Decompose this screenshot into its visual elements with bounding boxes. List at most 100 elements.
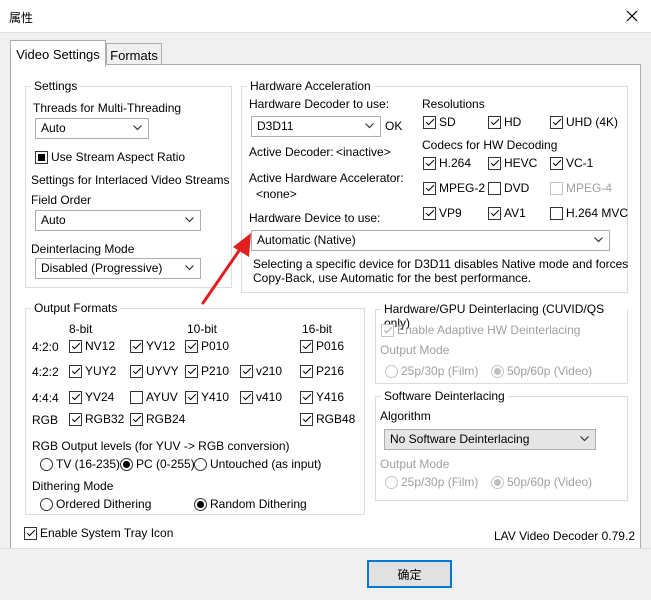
ok-button[interactable]: 确定 — [367, 560, 452, 588]
radio-label: 50p/60p (Video) — [507, 364, 593, 378]
radio-dot — [491, 475, 504, 489]
ok-button-label: 确定 — [397, 567, 422, 582]
sw-deint-group: Software Deinterlacing Algorithm No Soft… — [375, 389, 628, 501]
checkbox-box — [185, 339, 198, 353]
fmt-label: v210 — [256, 364, 283, 378]
res-sd-checkbox[interactable]: SD — [423, 115, 456, 129]
checkbox-box — [35, 150, 48, 164]
codec-vc1-label: VC-1 — [566, 156, 594, 170]
sw-mode-film-radio[interactable]: 25p/30p (Film) — [385, 475, 478, 489]
tab-panel-video-settings: Settings Threads for Multi-Threading Aut… — [10, 64, 641, 551]
deint-mode-select[interactable]: Disabled (Progressive) — [35, 258, 201, 279]
dither-ordered-radio[interactable]: Ordered Dithering — [40, 497, 151, 511]
fmt-v210-checkbox[interactable]: v210 — [240, 364, 282, 378]
hw-mode-video-radio[interactable]: 50p/60p (Video) — [491, 364, 592, 378]
level-pc-radio[interactable]: PC (0-255) — [120, 457, 195, 471]
fmt-p216-checkbox[interactable]: P216 — [300, 364, 344, 378]
fmt-label: RGB24 — [146, 412, 186, 426]
codec-dvd-checkbox[interactable]: DVD — [488, 181, 529, 195]
fmt-y410-checkbox[interactable]: Y410 — [185, 390, 229, 404]
radio-dot — [40, 497, 53, 511]
radio-label: Ordered Dithering — [56, 497, 152, 511]
res-uhd-checkbox[interactable]: UHD (4K) — [550, 115, 618, 129]
hw-deint-group: Hardware/GPU Deinterlacing (CUVID/QS onl… — [375, 302, 628, 384]
algorithm-select[interactable]: No Software Deinterlacing — [384, 429, 596, 450]
chevron-down-icon — [133, 125, 142, 131]
fmt-y416-checkbox[interactable]: Y416 — [300, 390, 344, 404]
device-select[interactable]: Automatic (Native) — [251, 230, 610, 251]
codec-vc1-checkbox[interactable]: VC-1 — [550, 156, 593, 170]
codec-vp9-checkbox[interactable]: VP9 — [423, 206, 462, 220]
fmt-ayuv-checkbox[interactable]: AYUV — [130, 390, 178, 404]
stream-aspect-checkbox[interactable]: Use Stream Aspect Ratio — [35, 150, 185, 164]
fmt-p010-checkbox[interactable]: P010 — [185, 339, 229, 353]
codec-hevc-checkbox[interactable]: HEVC — [488, 156, 537, 170]
hw-mode-film-radio[interactable]: 25p/30p (Film) — [385, 364, 478, 378]
fmt-uyvy-checkbox[interactable]: UYVY — [130, 364, 179, 378]
deint-mode-select-value: Disabled (Progressive) — [41, 261, 163, 275]
radio-label: 50p/60p (Video) — [507, 475, 593, 489]
dither-random-radio[interactable]: Random Dithering — [194, 497, 307, 511]
codec-mpeg4-checkbox[interactable]: MPEG-4 — [550, 181, 612, 195]
fmt-rgb32-checkbox[interactable]: RGB32 — [69, 412, 124, 426]
codec-av1-checkbox[interactable]: AV1 — [488, 206, 526, 220]
decoder-status: OK — [385, 119, 403, 133]
window-title: 属性 — [9, 11, 34, 25]
decoder-select[interactable]: D3D11 — [251, 116, 381, 137]
version-label: LAV Video Decoder 0.79.2 — [494, 529, 635, 543]
level-untouched-radio[interactable]: Untouched (as input) — [194, 457, 321, 471]
close-button[interactable] — [619, 4, 645, 28]
algorithm-label: Algorithm — [380, 409, 431, 423]
fmt-v410-checkbox[interactable]: v410 — [240, 390, 282, 404]
device-note-line1: Selecting a specific device for D3D11 di… — [253, 257, 629, 271]
radio-dot — [194, 457, 207, 471]
checkbox-box — [130, 364, 143, 378]
checkbox-box — [130, 390, 143, 404]
fmt-label: YUY2 — [85, 364, 117, 378]
title-bar: 属性 — [0, 0, 651, 32]
checkbox-box — [550, 181, 563, 195]
checkbox-box — [488, 206, 501, 220]
codec-h264mvc-checkbox[interactable]: H.264 MVC — [550, 206, 628, 220]
fmt-yuy2-checkbox[interactable]: YUY2 — [69, 364, 116, 378]
fmt-rgb48-checkbox[interactable]: RGB48 — [300, 412, 355, 426]
active-decoder-value: <inactive> — [336, 145, 391, 159]
codec-vp9-label: VP9 — [439, 206, 462, 220]
res-hd-checkbox[interactable]: HD — [488, 115, 521, 129]
radio-label: 25p/30p (Film) — [401, 475, 479, 489]
checkbox-box — [550, 156, 563, 170]
hwaccel-group-title: Hardware Acceleration — [247, 79, 374, 93]
fmt-p210-checkbox[interactable]: P210 — [185, 364, 229, 378]
codec-mpeg4-label: MPEG-4 — [566, 181, 613, 195]
checkbox-box — [488, 181, 501, 195]
output-formats-group: Output Formats 8-bit 10-bit 16-bit 4:2:0… — [25, 301, 365, 515]
checkbox-box — [130, 412, 143, 426]
row-422-label: 4:2:2 — [32, 365, 59, 379]
adaptive-hw-deint-checkbox[interactable]: Enable Adaptive HW Deinterlacing — [381, 323, 580, 337]
field-order-label: Field Order — [31, 193, 92, 207]
res-uhd-label: UHD (4K) — [566, 115, 619, 129]
codec-h264-checkbox[interactable]: H.264 — [423, 156, 471, 170]
threads-label: Threads for Multi-Threading — [33, 101, 182, 115]
field-order-select[interactable]: Auto — [35, 210, 201, 231]
decoder-select-value: D3D11 — [257, 119, 294, 133]
fmt-yv24-checkbox[interactable]: YV24 — [69, 390, 114, 404]
fmt-rgb24-checkbox[interactable]: RGB24 — [130, 412, 185, 426]
close-icon — [626, 10, 638, 22]
fmt-yv12-checkbox[interactable]: YV12 — [130, 339, 175, 353]
device-select-value: Automatic (Native) — [257, 233, 356, 247]
checkbox-box — [69, 390, 82, 404]
dither-label: Dithering Mode — [32, 479, 114, 493]
threads-select[interactable]: Auto — [35, 118, 149, 139]
codec-mpeg2-checkbox[interactable]: MPEG-2 — [423, 181, 485, 195]
sw-mode-video-radio[interactable]: 50p/60p (Video) — [491, 475, 592, 489]
fmt-label: RGB32 — [85, 412, 125, 426]
fmt-p016-checkbox[interactable]: P016 — [300, 339, 344, 353]
fmt-nv12-checkbox[interactable]: NV12 — [69, 339, 115, 353]
system-tray-checkbox[interactable]: Enable System Tray Icon — [24, 526, 173, 540]
checkbox-box — [185, 364, 198, 378]
checkbox-box — [423, 206, 436, 220]
level-tv-radio[interactable]: TV (16-235) — [40, 457, 120, 471]
tab-video-settings[interactable]: Video Settings — [10, 40, 106, 67]
res-hd-label: HD — [504, 115, 522, 129]
